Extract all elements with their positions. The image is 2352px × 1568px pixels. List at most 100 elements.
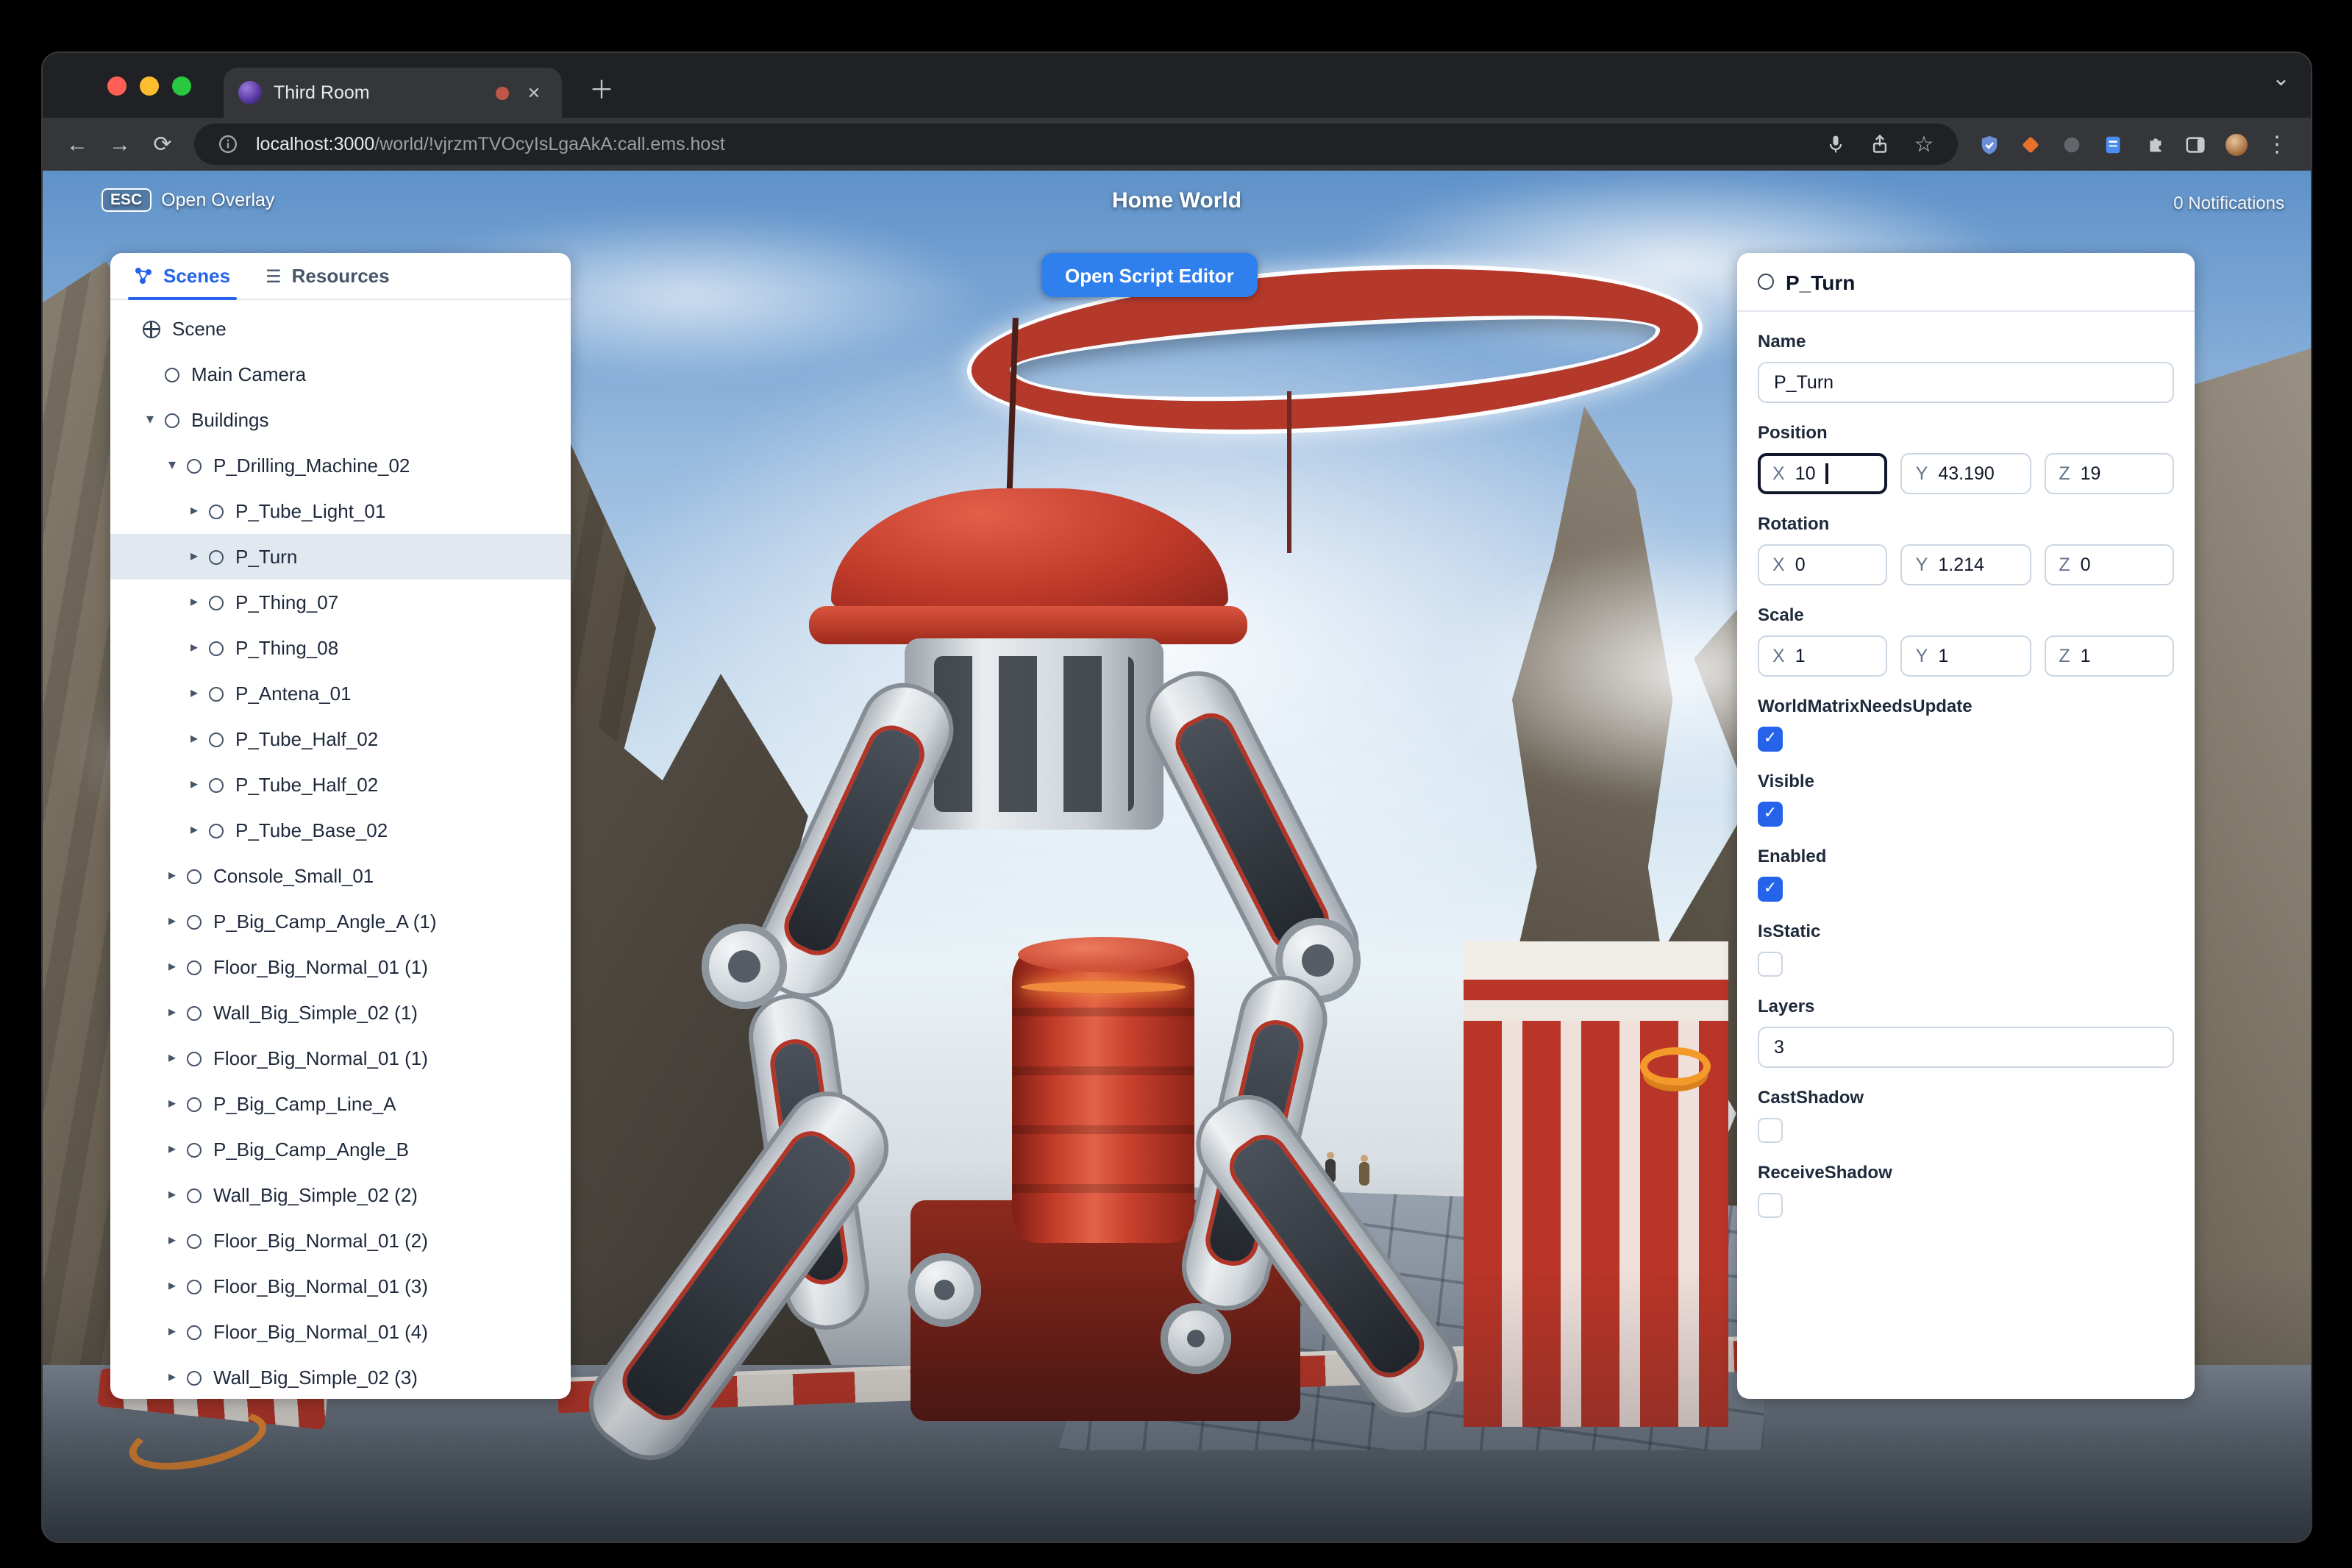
browser-tab[interactable]: Third Room ✕ bbox=[224, 68, 562, 118]
scenes-graph-icon bbox=[135, 268, 152, 284]
caret-icon[interactable]: ▸ bbox=[187, 640, 202, 656]
fullscreen-window-button[interactable] bbox=[172, 76, 191, 96]
caret-icon[interactable]: ▸ bbox=[165, 1050, 179, 1066]
tree-row-label: P_Tube_Half_02 bbox=[235, 728, 379, 750]
tree-row[interactable]: ▸ Wall_Big_Simple_02 (3) bbox=[110, 1355, 571, 1399]
rotation-z-input[interactable]: Z0 bbox=[2044, 544, 2174, 585]
circle-node-icon bbox=[187, 1188, 202, 1202]
circle-node-icon bbox=[187, 1233, 202, 1248]
tree-row[interactable]: ▸ P_Big_Camp_Line_A bbox=[110, 1081, 571, 1127]
caret-icon[interactable]: ▸ bbox=[187, 549, 202, 565]
tree-row[interactable]: ▸ P_Tube_Half_02 bbox=[110, 762, 571, 808]
tab-search-chevron-icon[interactable]: ⌄ bbox=[2272, 65, 2290, 91]
tree-row-label: P_Big_Camp_Angle_B bbox=[213, 1138, 409, 1161]
caret-icon[interactable]: ▸ bbox=[187, 685, 202, 702]
extension-diamond-icon[interactable] bbox=[2011, 125, 2049, 163]
rotation-y-input[interactable]: Y 1.214 bbox=[1900, 544, 2031, 585]
scale-y-input[interactable]: Y1 bbox=[1900, 635, 2031, 677]
tree-row[interactable]: ▸ Floor_Big_Normal_01 (1) bbox=[110, 1036, 571, 1081]
tree-row[interactable]: ▾ Buildings bbox=[110, 397, 571, 443]
tab-scenes[interactable]: Scenes bbox=[116, 253, 248, 300]
site-info-icon[interactable] bbox=[212, 128, 244, 160]
tree-row[interactable]: ▸ P_Tube_Half_02 bbox=[110, 716, 571, 762]
caret-icon[interactable]: ▸ bbox=[165, 868, 179, 884]
tree-row[interactable]: ▸ P_Tube_Base_02 bbox=[110, 808, 571, 853]
checkbox[interactable] bbox=[1758, 1118, 1783, 1143]
name-input[interactable]: P_Turn bbox=[1758, 362, 2174, 403]
open-script-editor-button[interactable]: Open Script Editor bbox=[1041, 253, 1258, 297]
extension-shield-icon[interactable] bbox=[1970, 125, 2008, 163]
caret-icon[interactable]: ▸ bbox=[165, 1187, 179, 1203]
side-panel-icon[interactable] bbox=[2175, 125, 2214, 163]
caret-icon[interactable]: ▸ bbox=[187, 777, 202, 793]
avatar-image bbox=[2225, 133, 2247, 155]
checkbox[interactable]: ✓ bbox=[1758, 802, 1783, 827]
tree-row[interactable]: ▸ Console_Small_01 bbox=[110, 853, 571, 899]
caret-icon[interactable]: ▸ bbox=[165, 913, 179, 930]
back-button[interactable]: ← bbox=[57, 124, 97, 164]
microphone-icon[interactable] bbox=[1820, 128, 1852, 160]
share-icon[interactable] bbox=[1864, 128, 1896, 160]
rotation-x-input[interactable]: X0 bbox=[1758, 544, 1888, 585]
extension-generic-icon[interactable] bbox=[2052, 125, 2090, 163]
tree-row[interactable]: Scene bbox=[110, 306, 571, 352]
tree-row[interactable]: Main Camera bbox=[110, 352, 571, 397]
tree-row[interactable]: ▸ Floor_Big_Normal_01 (1) bbox=[110, 944, 571, 990]
tree-row[interactable]: ▸ P_Tube_Light_01 bbox=[110, 488, 571, 534]
caret-icon[interactable]: ▸ bbox=[187, 594, 202, 610]
notifications-status[interactable]: 0 Notifications bbox=[2173, 193, 2284, 213]
caret-icon[interactable]: ▸ bbox=[165, 1141, 179, 1158]
caret-icon[interactable]: ▸ bbox=[165, 959, 179, 975]
caret-icon[interactable]: ▸ bbox=[165, 1005, 179, 1021]
tree-row[interactable]: ▸ Wall_Big_Simple_02 (1) bbox=[110, 990, 571, 1036]
new-tab-button[interactable]: ＋ bbox=[581, 66, 622, 107]
tree-row[interactable]: ▸ P_Thing_07 bbox=[110, 580, 571, 625]
checkbox[interactable] bbox=[1758, 1193, 1783, 1218]
position-z-input[interactable]: Z 19 bbox=[2044, 453, 2174, 494]
tree-row[interactable]: ▸ P_Big_Camp_Angle_A (1) bbox=[110, 899, 571, 944]
caret-icon[interactable]: ▸ bbox=[165, 1324, 179, 1340]
forward-button[interactable]: → bbox=[100, 124, 140, 164]
caret-icon[interactable]: ▸ bbox=[165, 1369, 179, 1386]
caret-icon[interactable]: ▸ bbox=[187, 503, 202, 519]
tree-row[interactable]: ▸ Wall_Big_Simple_02 (2) bbox=[110, 1172, 571, 1218]
tab-resources[interactable]: ☰ Resources bbox=[248, 253, 407, 299]
reload-button[interactable]: ⟳ bbox=[143, 124, 182, 164]
checkbox[interactable]: ✓ bbox=[1758, 727, 1783, 752]
scale-z-input[interactable]: Z1 bbox=[2044, 635, 2174, 677]
tree-row-label: P_Tube_Base_02 bbox=[235, 819, 388, 841]
bookmark-star-icon[interactable]: ☆ bbox=[1908, 128, 1940, 160]
tree-row[interactable]: ▾ P_Drilling_Machine_02 bbox=[110, 443, 571, 488]
check-icon: ✓ bbox=[1763, 730, 1778, 747]
checkbox[interactable]: ✓ bbox=[1758, 877, 1783, 902]
minimize-window-button[interactable] bbox=[140, 76, 159, 96]
tree-row[interactable]: ▸ P_Antena_01 bbox=[110, 671, 571, 716]
tree-row[interactable]: ▸ Floor_Big_Normal_01 (3) bbox=[110, 1264, 571, 1309]
caret-icon[interactable]: ▸ bbox=[165, 1278, 179, 1294]
tree-row[interactable]: ▸ Floor_Big_Normal_01 (4) bbox=[110, 1309, 571, 1355]
layers-input[interactable]: 3 bbox=[1758, 1027, 2174, 1068]
caret-icon[interactable]: ▸ bbox=[187, 822, 202, 838]
profile-avatar[interactable] bbox=[2217, 125, 2255, 163]
tab-close-icon[interactable]: ✕ bbox=[521, 79, 547, 106]
position-x-input[interactable]: X 10 bbox=[1758, 453, 1888, 494]
tree-row[interactable]: ▸ P_Turn bbox=[110, 534, 571, 580]
extension-document-icon[interactable] bbox=[2093, 125, 2131, 163]
scale-x-input[interactable]: X1 bbox=[1758, 635, 1888, 677]
position-y-input[interactable]: Y 43.190 bbox=[1900, 453, 2031, 494]
circle-node-icon bbox=[187, 1051, 202, 1066]
tree-row[interactable]: ▸ P_Big_Camp_Angle_B bbox=[110, 1127, 571, 1172]
extensions-puzzle-icon[interactable] bbox=[2134, 125, 2173, 163]
address-bar[interactable]: localhost:3000/world/!vjrzmTVOcyIsLgaAkA… bbox=[194, 124, 1958, 165]
caret-icon[interactable]: ▸ bbox=[187, 731, 202, 747]
tree-row[interactable]: ▸ Floor_Big_Normal_01 (2) bbox=[110, 1218, 571, 1264]
caret-icon[interactable]: ▸ bbox=[165, 1096, 179, 1112]
caret-icon[interactable]: ▸ bbox=[165, 1233, 179, 1249]
caret-icon[interactable]: ▾ bbox=[143, 412, 157, 428]
tree-row[interactable]: ▸ P_Thing_08 bbox=[110, 625, 571, 671]
browser-menu-kebab-icon[interactable]: ⋮ bbox=[2258, 125, 2296, 163]
caret-icon[interactable]: ▾ bbox=[165, 457, 179, 474]
browser-window: Third Room ✕ ＋ ⌄ ← → ⟳ localhost:3000/wo… bbox=[43, 53, 2311, 1542]
checkbox[interactable] bbox=[1758, 952, 1783, 977]
close-window-button[interactable] bbox=[107, 76, 126, 96]
